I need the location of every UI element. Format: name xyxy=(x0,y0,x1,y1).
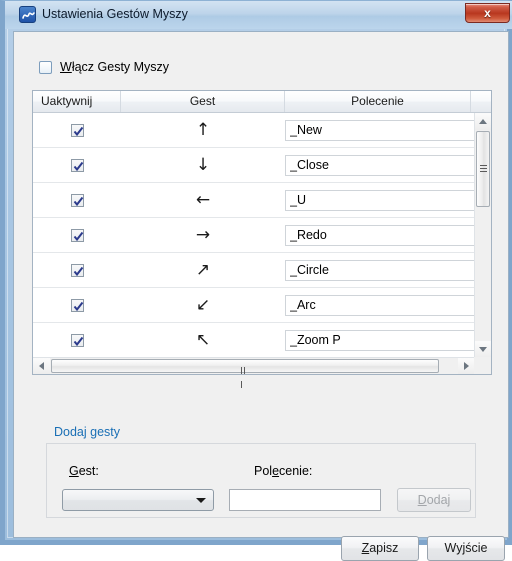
scroll-left-button[interactable] xyxy=(33,358,50,374)
row-enable-cell xyxy=(33,148,121,182)
grip-icon xyxy=(480,165,487,173)
dialog-window: Ustawienia Gestów Myszy x Włącz Gesty My… xyxy=(0,0,512,561)
row-enable-checkbox[interactable] xyxy=(70,333,84,347)
row-command-input[interactable] xyxy=(285,259,475,281)
row-command-cell xyxy=(285,148,475,182)
row-gesture-glyph: ↓ xyxy=(195,154,211,175)
exit-button-label-pre: Wy xyxy=(444,541,463,555)
row-command-input[interactable] xyxy=(285,224,475,246)
table-row: ↑ xyxy=(33,113,475,148)
exit-button[interactable]: Wyjście xyxy=(427,536,505,561)
row-command-cell xyxy=(285,253,475,287)
row-enable-cell xyxy=(33,113,121,147)
column-header-enable[interactable]: Uaktywnij xyxy=(33,91,121,112)
command-label-text-pre: Pol xyxy=(254,464,273,478)
add-button-label: odaj xyxy=(426,493,451,507)
row-gesture-glyph: → xyxy=(195,224,211,245)
row-command-input[interactable] xyxy=(285,154,475,176)
scroll-right-button[interactable] xyxy=(458,358,475,374)
grid-vertical-scrollbar[interactable] xyxy=(474,113,491,358)
row-command-input[interactable] xyxy=(285,329,475,351)
triangle-down-icon xyxy=(479,347,487,352)
row-enable-checkbox[interactable] xyxy=(70,123,84,137)
gesture-label-text: est: xyxy=(78,464,99,478)
table-row: ↗ xyxy=(33,253,475,288)
scrollbar-corner xyxy=(474,357,491,374)
column-header-gesture[interactable]: Gest xyxy=(121,91,285,112)
app-squiggle-icon xyxy=(19,6,36,23)
table-row: ↖ xyxy=(33,323,475,358)
dialog-client-area: Włącz Gesty Myszy Uaktywnij Gest Polecen… xyxy=(13,31,509,561)
row-command-cell xyxy=(285,113,475,147)
enable-gestures-checkbox-row[interactable]: Włącz Gesty Myszy xyxy=(39,60,169,74)
command-field-label: Polecenie: xyxy=(254,464,312,478)
row-enable-checkbox[interactable] xyxy=(70,263,84,277)
add-gestures-group-title: Dodaj gesty xyxy=(54,425,121,439)
save-button[interactable]: Zapisz xyxy=(341,536,419,561)
row-command-input[interactable] xyxy=(285,189,475,211)
enable-label-text: łącz Gesty Myszy xyxy=(71,60,170,74)
row-enable-checkbox[interactable] xyxy=(70,193,84,207)
scroll-down-button[interactable] xyxy=(475,341,491,358)
grid-header-row: Uaktywnij Gest Polecenie xyxy=(33,91,491,113)
row-enable-cell xyxy=(33,288,121,322)
command-label-text-post: cenie: xyxy=(279,464,313,478)
exit-button-label-post: ście xyxy=(465,541,488,555)
title-bar[interactable]: Ustawienia Gestów Myszy x xyxy=(5,1,512,29)
add-gesture-button[interactable]: Dodaj xyxy=(397,488,471,512)
command-label-mnemonic: e xyxy=(272,464,280,478)
gesture-grid: Uaktywnij Gest Polecenie ↑ _New ↓ _Close… xyxy=(32,90,492,388)
row-command-cell xyxy=(285,218,475,252)
row-enable-checkbox[interactable] xyxy=(70,298,84,312)
chevron-down-icon xyxy=(196,498,206,503)
vertical-scroll-thumb[interactable] xyxy=(476,131,490,207)
row-enable-checkbox[interactable] xyxy=(70,158,84,172)
save-button-label: apisz xyxy=(369,541,399,555)
grid-horizontal-scrollbar[interactable] xyxy=(33,357,475,388)
scroll-up-button[interactable] xyxy=(475,113,491,130)
gesture-field-label: Gest: xyxy=(69,464,99,478)
close-button[interactable]: x xyxy=(465,3,510,23)
table-row: ↓ xyxy=(33,148,475,183)
new-command-input[interactable] xyxy=(229,489,381,511)
table-row: → xyxy=(33,218,475,253)
enable-mnemonic: W xyxy=(60,60,72,74)
column-header-command[interactable]: Polecenie xyxy=(285,91,471,112)
close-icon: x xyxy=(484,6,491,20)
table-row: ← xyxy=(33,183,475,218)
grip-icon xyxy=(241,363,249,388)
row-gesture-glyph: ↑ xyxy=(195,119,211,140)
row-gesture-glyph: ↗ xyxy=(195,259,211,280)
row-gesture-glyph: ← xyxy=(195,189,211,210)
row-gesture-glyph: ↖ xyxy=(195,329,211,350)
row-enable-cell xyxy=(33,183,121,217)
row-command-cell xyxy=(285,288,475,322)
gesture-select[interactable] xyxy=(62,489,214,511)
row-gesture-glyph: ↙ xyxy=(195,294,211,315)
row-command-input[interactable] xyxy=(285,294,475,316)
enable-gestures-label: Włącz Gesty Myszy xyxy=(60,60,169,74)
table-row: ↙ xyxy=(33,288,475,323)
row-command-cell xyxy=(285,183,475,217)
horizontal-scroll-thumb[interactable] xyxy=(51,359,439,388)
window-title: Ustawienia Gestów Myszy xyxy=(42,7,188,21)
row-enable-cell xyxy=(33,323,121,357)
row-enable-cell xyxy=(33,218,121,252)
triangle-up-icon xyxy=(479,119,487,124)
grid-body: ↑ ↓ xyxy=(33,113,475,358)
triangle-right-icon xyxy=(464,362,469,370)
row-command-input[interactable] xyxy=(285,119,475,141)
add-button-mnemonic: D xyxy=(417,493,427,507)
row-enable-checkbox[interactable] xyxy=(70,228,84,242)
gesture-label-mnemonic: G xyxy=(69,464,79,478)
row-command-cell xyxy=(285,323,475,357)
triangle-left-icon xyxy=(39,362,44,370)
row-enable-cell xyxy=(33,253,121,287)
enable-gestures-checkbox[interactable] xyxy=(39,60,52,74)
